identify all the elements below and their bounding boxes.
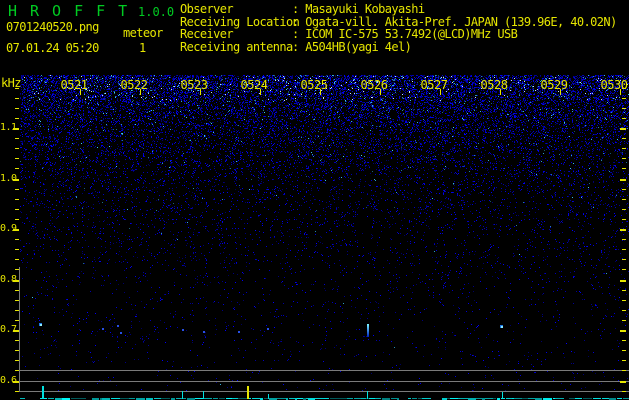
app-version: 1.0.0 — [138, 5, 175, 19]
frequency-tick — [622, 239, 626, 240]
frequency-tick — [15, 189, 19, 190]
frequency-tick — [15, 199, 19, 200]
frequency-tick — [15, 168, 19, 169]
frequency-tick-label: 0.8 — [0, 274, 17, 285]
frequency-tick — [620, 280, 626, 282]
frequency-tick — [622, 350, 626, 351]
frequency-tick — [15, 350, 19, 351]
info-row-antenna: Receiving antenna: A504HB(yagi 4el) — [180, 39, 617, 54]
frequency-tick — [15, 88, 19, 89]
time-tick-label: 0527 — [420, 78, 448, 92]
frequency-tick — [622, 300, 626, 301]
frequency-tick — [15, 118, 19, 119]
frequency-tick — [15, 259, 19, 260]
frequency-tick — [622, 249, 626, 250]
frequency-tick — [622, 199, 626, 200]
frequency-tick — [15, 148, 19, 149]
frequency-tick-label: 0.7 — [0, 324, 17, 335]
frequency-tick — [622, 148, 626, 149]
frequency-tick — [15, 290, 19, 291]
frequency-tick-label: 0.9 — [0, 223, 17, 234]
time-tick-label: 0526 — [360, 78, 388, 92]
frequency-tick — [15, 98, 19, 99]
frequency-tick — [622, 360, 626, 361]
observation-datetime: 07.01.24 05:20 — [6, 41, 99, 55]
frequency-tick — [15, 340, 19, 341]
frequency-tick — [622, 391, 626, 392]
frequency-tick — [622, 108, 626, 109]
frequency-tick — [15, 310, 19, 311]
frequency-tick — [622, 340, 626, 341]
app-title: HROFFT — [8, 2, 141, 20]
frequency-tick — [620, 229, 626, 231]
time-tick-label: 0525 — [300, 78, 328, 92]
frequency-tick — [15, 249, 19, 250]
info-label: Observer — [180, 2, 234, 16]
frequency-tick — [622, 189, 626, 190]
frequency-tick — [15, 370, 19, 371]
frequency-tick — [15, 300, 19, 301]
frequency-tick — [620, 330, 626, 332]
info-label: Receiver — [180, 27, 234, 41]
frequency-tick-label: 0.6 — [0, 375, 17, 386]
station-info-block: Observer: Masayuki Kobayashi Receiving L… — [180, 3, 617, 53]
frequency-tick — [622, 138, 626, 139]
mode-label: meteor — [123, 26, 163, 40]
frequency-tick — [622, 370, 626, 371]
info-separator: : — [292, 39, 299, 54]
frequency-tick — [15, 360, 19, 361]
frequency-tick — [15, 138, 19, 139]
frequency-tick — [622, 269, 626, 270]
frequency-tick — [15, 391, 19, 392]
hrofft-window: HROFFT 1.0.0 0701240520.png meteor 07.01… — [0, 0, 629, 400]
frequency-tick — [620, 128, 626, 130]
frequency-tick-label: 1.0 — [0, 173, 17, 184]
frequency-tick — [620, 179, 626, 181]
time-tick-label: 0521 — [60, 78, 88, 92]
meteor-count: 1 — [139, 41, 147, 55]
time-tick-label: 0529 — [540, 78, 568, 92]
frequency-tick — [15, 269, 19, 270]
output-filename: 0701240520.png — [6, 20, 99, 34]
info-label: Receiving antenna — [180, 39, 293, 54]
frequency-tick — [622, 310, 626, 311]
frequency-tick — [622, 88, 626, 89]
frequency-tick — [622, 118, 626, 119]
frequency-tick — [622, 219, 626, 220]
frequency-tick — [622, 98, 626, 99]
info-value: A504HB(yagi 4el) — [305, 39, 412, 54]
frequency-tick — [622, 209, 626, 210]
frequency-tick — [15, 239, 19, 240]
time-tick-label: 0530 — [600, 78, 628, 92]
time-tick-label: 0524 — [240, 78, 268, 92]
frequency-tick — [622, 168, 626, 169]
frequency-tick — [622, 158, 626, 159]
time-tick-label: 0523 — [180, 78, 208, 92]
frequency-tick — [15, 158, 19, 159]
frequency-tick-label: 1.1 — [0, 122, 17, 133]
frequency-tick — [15, 209, 19, 210]
frequency-tick — [622, 290, 626, 291]
frequency-tick — [622, 259, 626, 260]
time-tick-label: 0528 — [480, 78, 508, 92]
frequency-tick — [15, 320, 19, 321]
spectrogram-canvas — [19, 75, 629, 400]
frequency-tick — [622, 320, 626, 321]
frequency-tick — [620, 381, 626, 383]
time-tick-label: 0522 — [120, 78, 148, 92]
frequency-tick — [15, 108, 19, 109]
frequency-tick — [15, 219, 19, 220]
